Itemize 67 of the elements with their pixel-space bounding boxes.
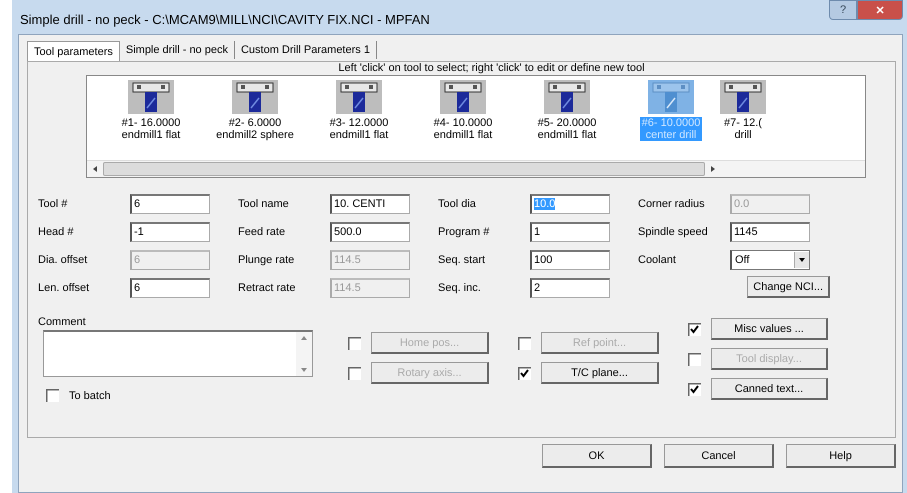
window-title: Simple drill - no peck - C:\MCAM9\MILL\NCI\CAVITY FIX.NCI - MPFAN [19,10,430,26]
field-label: Plunge rate [238,254,296,266]
field-label: Feed rate [238,226,286,238]
drill-tool-icon [128,80,174,114]
input-field[interactable]: -1 [130,222,210,242]
checkbox[interactable] [46,389,59,402]
input-field[interactable]: 500.0 [330,222,410,242]
tool-item[interactable]: #3- 12.0000 endmill1 flat [307,76,411,160]
input-field[interactable]: 100 [530,250,610,270]
field-label: Seq. start [438,254,486,266]
input-field[interactable]: 6 [130,194,210,214]
field-label: Tool name [238,198,290,210]
tool-label: #3- 12.0000 endmill1 flat [328,117,390,141]
tool-label: #1- 16.0000 endmill1 flat [120,117,182,141]
option-button[interactable]: T/C plane... [541,362,659,384]
tool-label: #7- 12.( drill [723,117,763,141]
dialog-button[interactable]: Help [786,444,896,468]
drill-tool-icon [544,80,590,114]
field-label: Retract rate [238,282,296,294]
drill-tool-icon [336,80,382,114]
tool-item[interactable]: #2- 6.0000 endmill2 sphere [203,76,307,160]
tool-item[interactable]: #4- 10.0000 endmill1 flat [411,76,515,160]
field-label: Head # [38,226,74,238]
field-label: Coolant [638,254,677,266]
tool-label: #6- 10.0000 center drill [640,117,702,141]
field-label: Corner radius [638,198,706,210]
tool-label: #4- 10.0000 endmill1 flat [432,117,494,141]
change-nci-button[interactable]: Change NCI... [747,276,830,298]
checkbox[interactable] [688,322,701,336]
close-button[interactable]: ✕ [857,0,903,20]
field-label: Tool dia [438,198,477,210]
field-label: Program # [438,226,490,238]
input-field[interactable]: 1145 [730,222,810,242]
drill-tool-icon [232,80,278,114]
help-button[interactable]: ? [829,0,857,20]
field-label: Spindle speed [638,226,709,238]
comment-field[interactable] [43,330,313,377]
tool-item[interactable]: #5- 20.0000 endmill1 flat [515,76,619,160]
drill-tool-icon [720,80,766,114]
option-button[interactable]: Misc values ... [711,318,828,340]
input-field[interactable]: 2 [530,278,610,298]
tool-label: #5- 20.0000 endmill1 flat [536,117,598,141]
comment-label: Comment [38,316,87,330]
input-field[interactable]: 6 [130,278,210,298]
tool-item[interactable]: #1- 16.0000 endmill1 flat [99,76,203,160]
drill-tool-icon [440,80,486,114]
field-label: Len. offset [38,282,90,294]
tool-label: #2- 6.0000 endmill2 sphere [215,117,295,141]
dialog-button[interactable]: OK [542,444,652,468]
dialog-button[interactable]: Cancel [664,444,774,468]
checkbox[interactable] [688,382,701,396]
input-field[interactable]: 1 [530,222,610,242]
checkbox[interactable] [518,366,531,380]
field-label: Seq. inc. [438,282,482,294]
drill-tool-icon [648,80,694,114]
tool-item[interactable]: #7- 12.( drill [723,76,763,160]
coolant-dropdown[interactable]: Off [730,250,810,270]
horizontal-scrollbar[interactable] [87,160,865,177]
tab[interactable]: Tool parameters [27,41,120,61]
option-button[interactable]: Canned text... [711,378,828,400]
tool-hint: Left 'click' on tool to select; right 'click' to edit or define new tool [337,62,646,75]
input-field[interactable]: 10. CENTI [330,194,410,214]
vertical-scrollbar[interactable] [296,332,312,376]
dropdown-arrow-icon [794,252,809,268]
field-label: Tool # [38,198,68,210]
checkbox-label: To batch [69,390,111,402]
field-label: Dia. offset [38,254,88,266]
